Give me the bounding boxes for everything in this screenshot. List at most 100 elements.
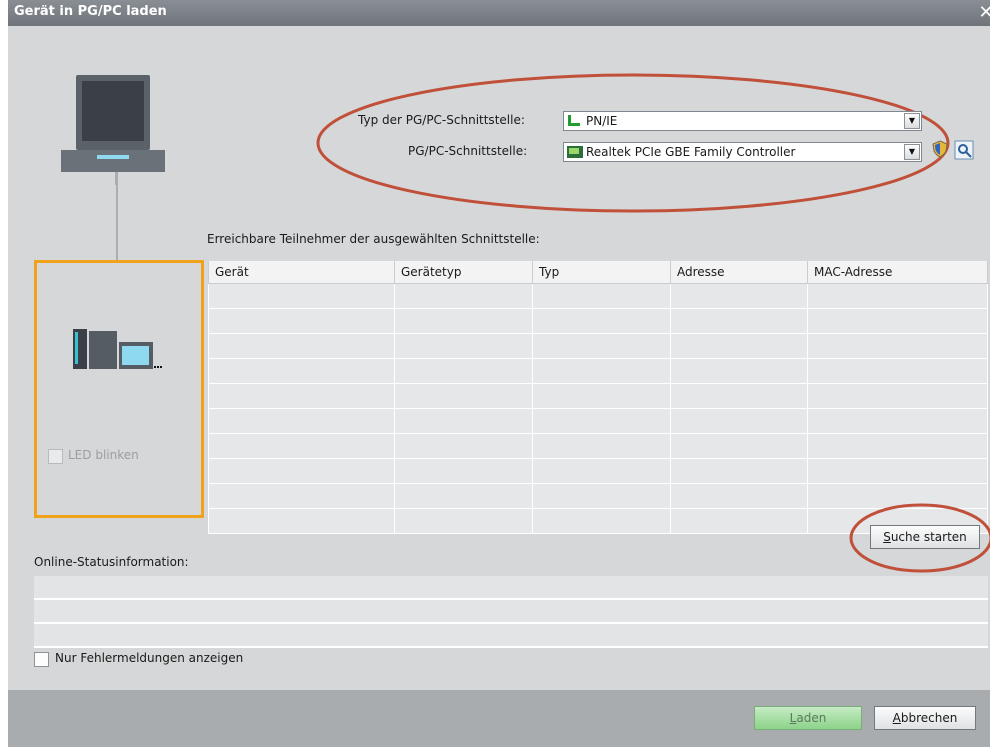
interface-type-label: Typ der PG/PC-Schnittstelle: <box>358 113 525 127</box>
cancel-mnemonic: A <box>892 711 901 725</box>
table-cell <box>208 333 395 359</box>
table-cell <box>670 358 808 384</box>
table-body <box>208 283 988 534</box>
column-type[interactable]: Typ <box>532 261 671 284</box>
table-cell <box>208 483 395 509</box>
table-cell <box>394 458 533 484</box>
table-cell <box>394 508 533 534</box>
interface-label: PG/PC-Schnittstelle: <box>408 144 528 158</box>
network-icon <box>568 115 580 126</box>
shield-icon[interactable] <box>931 140 949 158</box>
table-cell <box>670 433 808 459</box>
table-cell <box>807 358 988 384</box>
table-cell <box>670 333 808 359</box>
reachable-heading: Erreichbare Teilnehmer der ausgewählten … <box>207 232 540 246</box>
table-cell <box>394 408 533 434</box>
dialog-footer: Laden Abbrechen <box>8 690 990 747</box>
column-mac-address[interactable]: MAC-Adresse <box>807 261 988 284</box>
diagnostics-icon[interactable] <box>954 140 974 160</box>
table-cell <box>532 333 671 359</box>
led-blink-label: LED blinken <box>68 448 139 462</box>
table-cell <box>532 483 671 509</box>
column-device-type[interactable]: Gerätetyp <box>394 261 533 284</box>
table-cell <box>807 408 988 434</box>
led-blink-checkbox[interactable] <box>48 449 63 464</box>
table-cell <box>532 383 671 409</box>
table-row[interactable] <box>208 383 988 409</box>
network-card-icon <box>567 146 583 158</box>
table-cell <box>394 433 533 459</box>
table-cell <box>532 458 671 484</box>
target-device-panel: LED blinken <box>34 260 204 518</box>
laptop-icon <box>61 75 165 185</box>
table-cell <box>807 308 988 334</box>
load-label: aden <box>796 711 827 725</box>
interface-select[interactable]: Realtek PCIe GBE Family Controller ▼ <box>563 142 922 162</box>
table-cell <box>532 508 671 534</box>
table-cell <box>208 308 395 334</box>
table-cell <box>394 333 533 359</box>
column-address[interactable]: Adresse <box>670 261 808 284</box>
table-cell <box>208 283 395 309</box>
table-cell <box>208 433 395 459</box>
status-heading: Online-Statusinformation: <box>34 555 189 569</box>
table-cell <box>670 383 808 409</box>
table-cell <box>394 383 533 409</box>
table-cell <box>532 408 671 434</box>
window-title: Gerät in PG/PC laden <box>14 4 167 19</box>
start-search-label: uche starten <box>890 530 967 544</box>
reachable-devices-table: Gerät Gerätetyp Typ Adresse MAC-Adresse <box>208 261 988 534</box>
chevron-down-icon[interactable]: ▼ <box>904 113 920 129</box>
title-bar: Gerät in PG/PC laden ✕ <box>8 0 990 26</box>
table-cell <box>532 433 671 459</box>
status-line <box>34 600 988 624</box>
table-cell <box>208 383 395 409</box>
table-cell <box>208 358 395 384</box>
table-row[interactable] <box>208 408 988 434</box>
table-cell <box>670 283 808 309</box>
table-row[interactable] <box>208 433 988 459</box>
load-dialog: Gerät in PG/PC laden ✕ Typ der PG/PC-Sch… <box>8 0 990 747</box>
table-row[interactable] <box>208 308 988 334</box>
status-line <box>34 576 988 600</box>
table-row[interactable] <box>208 333 988 359</box>
status-line <box>34 624 988 648</box>
table-row[interactable] <box>208 458 988 484</box>
table-cell <box>670 508 808 534</box>
status-list <box>34 576 988 648</box>
table-cell <box>532 358 671 384</box>
table-cell <box>394 483 533 509</box>
column-device[interactable]: Gerät <box>208 261 395 284</box>
device-icon <box>73 329 162 369</box>
table-cell <box>394 283 533 309</box>
table-cell <box>208 408 395 434</box>
table-cell <box>807 383 988 409</box>
table-cell <box>532 308 671 334</box>
cancel-button[interactable]: Abbrechen <box>874 706 976 730</box>
interface-type-value: PN/IE <box>586 114 618 128</box>
table-cell <box>670 308 808 334</box>
table-cell <box>670 483 808 509</box>
table-cell <box>670 458 808 484</box>
table-cell <box>670 408 808 434</box>
table-row[interactable] <box>208 358 988 384</box>
interface-type-select[interactable]: PN/IE ▼ <box>563 111 922 131</box>
start-search-button[interactable]: Suche starten <box>870 525 980 549</box>
interface-value: Realtek PCIe GBE Family Controller <box>586 145 796 159</box>
load-button[interactable]: Laden <box>754 706 862 730</box>
cancel-label: bbrechen <box>900 711 958 725</box>
table-cell <box>394 358 533 384</box>
table-row[interactable] <box>208 283 988 309</box>
close-icon[interactable]: ✕ <box>976 3 990 23</box>
only-errors-label: Nur Fehlermeldungen anzeigen <box>55 651 244 665</box>
table-cell <box>208 458 395 484</box>
only-errors-checkbox[interactable] <box>34 652 49 667</box>
table-cell <box>807 458 988 484</box>
table-cell <box>532 283 671 309</box>
table-cell <box>807 333 988 359</box>
table-cell <box>807 433 988 459</box>
table-cell <box>807 283 988 309</box>
start-search-mnemonic: S <box>883 530 891 544</box>
table-cell <box>394 308 533 334</box>
chevron-down-icon[interactable]: ▼ <box>904 144 920 160</box>
